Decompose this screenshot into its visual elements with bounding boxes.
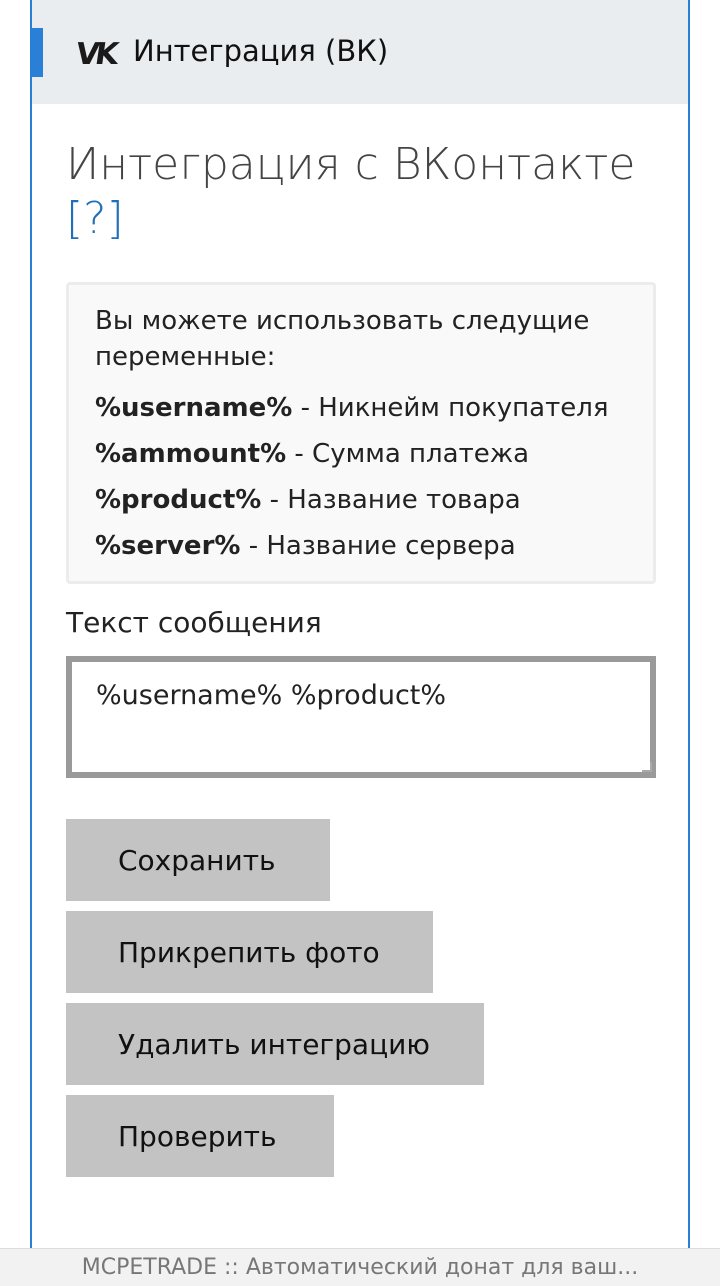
panel-title: Интеграция (ВК) [133,34,389,68]
variable-desc: - Название сервера [240,531,516,561]
variable-desc: - Никнейм покупателя [292,393,609,423]
variable-desc: - Сумма платежа [286,439,530,469]
message-textarea[interactable]: %username% %product% [66,656,656,778]
attach-photo-button[interactable]: Прикрепить фото [66,911,433,993]
variable-name: %product% [95,485,262,515]
variable-desc: - Название товара [261,485,521,515]
page-title: Интеграция с ВКонтакте [?] [66,138,666,246]
info-intro: Вы можете использовать следущие переменн… [95,306,590,372]
variable-row: %ammount% - Сумма платежа [95,431,627,477]
variable-row: %username% - Никнейм покупателя [95,385,627,431]
check-button[interactable]: Проверить [66,1095,334,1177]
vk-logo-icon: VK [73,37,117,72]
variable-name: %server% [95,531,241,561]
variable-row: %server% - Название сервера [95,523,627,569]
help-link[interactable]: [?] [66,193,124,244]
resize-handle-icon[interactable] [642,762,652,772]
message-label: Текст сообщения [66,606,322,639]
page-title-bar: MCPETRADE :: Автоматический донат для ва… [0,1248,720,1286]
save-button[interactable]: Сохранить [66,819,330,901]
variable-name: %username% [95,393,293,423]
panel-header: VK Интеграция (ВК) [32,0,688,104]
variables-info-box: Вы можете использовать следущие переменн… [66,282,656,584]
delete-integration-button[interactable]: Удалить интеграцию [66,1003,484,1085]
variable-row: %product% - Название товара [95,477,627,523]
active-indicator [32,28,43,77]
variable-name: %ammount% [95,439,287,469]
integration-panel: VK Интеграция (ВК) Интеграция с ВКонтакт… [30,0,690,1248]
page-title-text: Интеграция с ВКонтакте [66,139,636,190]
